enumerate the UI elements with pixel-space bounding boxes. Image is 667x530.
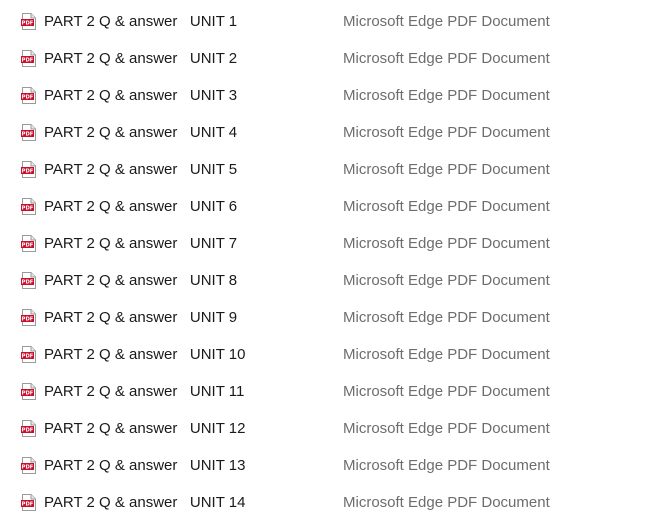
pdf-file-icon: PDF xyxy=(21,457,36,474)
file-type: Microsoft Edge PDF Document xyxy=(343,494,550,511)
file-row-13[interactable]: PDF PART 2 Q & answer UNIT 13 Microsoft … xyxy=(0,447,667,484)
file-row-5[interactable]: PDF PART 2 Q & answer UNIT 5 Microsoft E… xyxy=(0,151,667,188)
file-row-12[interactable]: PDF PART 2 Q & answer UNIT 12 Microsoft … xyxy=(0,410,667,447)
file-name: PART 2 Q & answer UNIT 1 xyxy=(44,13,238,30)
svg-text:PDF: PDF xyxy=(22,317,34,323)
file-name: PART 2 Q & answer UNIT 6 xyxy=(44,198,238,215)
pdf-file-icon: PDF xyxy=(21,161,36,178)
file-row-4[interactable]: PDF PART 2 Q & answer UNIT 4 Microsoft E… xyxy=(0,114,667,151)
file-type: Microsoft Edge PDF Document xyxy=(343,420,550,437)
svg-text:PDF: PDF xyxy=(22,21,34,27)
pdf-file-icon: PDF xyxy=(21,13,36,30)
file-name: PART 2 Q & answer UNIT 10 xyxy=(44,346,246,363)
file-row-2[interactable]: PDF PART 2 Q & answer UNIT 2 Microsoft E… xyxy=(0,40,667,77)
svg-text:PDF: PDF xyxy=(22,502,34,508)
pdf-file-icon: PDF xyxy=(21,198,36,215)
svg-text:PDF: PDF xyxy=(22,391,34,397)
pdf-file-icon: PDF xyxy=(21,383,36,400)
file-type: Microsoft Edge PDF Document xyxy=(343,161,550,178)
file-type: Microsoft Edge PDF Document xyxy=(343,13,550,30)
pdf-file-icon: PDF xyxy=(21,494,36,511)
file-type: Microsoft Edge PDF Document xyxy=(343,272,550,289)
file-row-9[interactable]: PDF PART 2 Q & answer UNIT 9 Microsoft E… xyxy=(0,299,667,336)
file-name: PART 2 Q & answer UNIT 13 xyxy=(44,457,246,474)
pdf-file-icon: PDF xyxy=(21,272,36,289)
pdf-file-icon: PDF xyxy=(21,50,36,67)
file-row-14[interactable]: PDF PART 2 Q & answer UNIT 14 Microsoft … xyxy=(0,484,667,521)
file-name: PART 2 Q & answer UNIT 8 xyxy=(44,272,238,289)
file-row-7[interactable]: PDF PART 2 Q & answer UNIT 7 Microsoft E… xyxy=(0,225,667,262)
svg-text:PDF: PDF xyxy=(22,243,34,249)
file-type: Microsoft Edge PDF Document xyxy=(343,198,550,215)
svg-text:PDF: PDF xyxy=(22,206,34,212)
file-row-6[interactable]: PDF PART 2 Q & answer UNIT 6 Microsoft E… xyxy=(0,188,667,225)
file-type: Microsoft Edge PDF Document xyxy=(343,235,550,252)
file-name: PART 2 Q & answer UNIT 11 xyxy=(44,383,245,400)
file-row-10[interactable]: PDF PART 2 Q & answer UNIT 10 Microsoft … xyxy=(0,336,667,373)
svg-text:PDF: PDF xyxy=(22,58,34,64)
file-row-1[interactable]: PDF PART 2 Q & answer UNIT 1 Microsoft E… xyxy=(0,3,667,40)
file-row-8[interactable]: PDF PART 2 Q & answer UNIT 8 Microsoft E… xyxy=(0,262,667,299)
file-name: PART 2 Q & answer UNIT 12 xyxy=(44,420,246,437)
pdf-file-icon: PDF xyxy=(21,309,36,326)
file-name: PART 2 Q & answer UNIT 9 xyxy=(44,309,238,326)
svg-text:PDF: PDF xyxy=(22,354,34,360)
file-type: Microsoft Edge PDF Document xyxy=(343,87,550,104)
file-type: Microsoft Edge PDF Document xyxy=(343,457,550,474)
svg-text:PDF: PDF xyxy=(22,95,34,101)
file-type: Microsoft Edge PDF Document xyxy=(343,50,550,67)
svg-text:PDF: PDF xyxy=(22,169,34,175)
file-row-11[interactable]: PDF PART 2 Q & answer UNIT 11 Microsoft … xyxy=(0,373,667,410)
pdf-file-icon: PDF xyxy=(21,420,36,437)
svg-text:PDF: PDF xyxy=(22,280,34,286)
file-name: PART 2 Q & answer UNIT 5 xyxy=(44,161,238,178)
pdf-file-icon: PDF xyxy=(21,124,36,141)
file-name: PART 2 Q & answer UNIT 7 xyxy=(44,235,238,252)
svg-text:PDF: PDF xyxy=(22,132,34,138)
svg-text:PDF: PDF xyxy=(22,428,34,434)
file-type: Microsoft Edge PDF Document xyxy=(343,309,550,326)
file-name: PART 2 Q & answer UNIT 2 xyxy=(44,50,238,67)
file-type: Microsoft Edge PDF Document xyxy=(343,346,550,363)
file-list: PDF PART 2 Q & answer UNIT 1 Microsoft E… xyxy=(0,3,667,521)
file-name: PART 2 Q & answer UNIT 4 xyxy=(44,124,238,141)
file-name: PART 2 Q & answer UNIT 14 xyxy=(44,494,246,511)
file-name: PART 2 Q & answer UNIT 3 xyxy=(44,87,238,104)
file-type: Microsoft Edge PDF Document xyxy=(343,383,550,400)
file-row-3[interactable]: PDF PART 2 Q & answer UNIT 3 Microsoft E… xyxy=(0,77,667,114)
svg-text:PDF: PDF xyxy=(22,465,34,471)
pdf-file-icon: PDF xyxy=(21,87,36,104)
file-type: Microsoft Edge PDF Document xyxy=(343,124,550,141)
pdf-file-icon: PDF xyxy=(21,346,36,363)
pdf-file-icon: PDF xyxy=(21,235,36,252)
